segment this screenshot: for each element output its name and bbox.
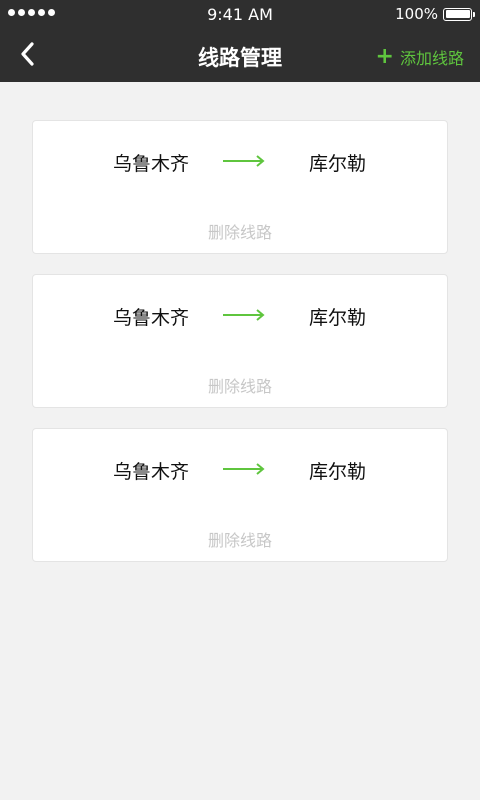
- route-card: 乌鲁木齐 库尔勒 删除线路: [32, 120, 448, 254]
- status-bar: 9:41 AM 100%: [0, 0, 480, 28]
- navigation-bar: 线路管理 + 添加线路: [0, 28, 480, 82]
- arrow-right-icon: [223, 309, 265, 321]
- route-card: 乌鲁木齐 库尔勒 删除线路: [32, 274, 448, 408]
- route-origin: 乌鲁木齐: [113, 461, 190, 483]
- route-destination: 库尔勒: [309, 461, 367, 483]
- battery-percent: 100%: [395, 5, 438, 23]
- arrow-right-icon: [223, 463, 265, 475]
- battery-indicator: 100%: [395, 5, 475, 23]
- route-row: 乌鲁木齐 库尔勒: [33, 457, 447, 483]
- route-card: 乌鲁木齐 库尔勒 删除线路: [32, 428, 448, 562]
- add-route-label: 添加线路: [399, 49, 464, 68]
- route-destination: 库尔勒: [309, 307, 367, 329]
- route-list: 乌鲁木齐 库尔勒 删除线路 乌鲁木齐 库尔勒 删除线路 乌鲁木齐 库尔勒 删除线…: [0, 82, 480, 562]
- route-row: 乌鲁木齐 库尔勒: [33, 149, 447, 175]
- add-route-button[interactable]: + 添加线路: [376, 45, 464, 69]
- battery-icon: [443, 7, 475, 21]
- delete-route-button[interactable]: 删除线路: [33, 373, 447, 397]
- plus-icon: +: [375, 44, 394, 69]
- delete-route-button[interactable]: 删除线路: [33, 219, 447, 243]
- route-origin: 乌鲁木齐: [113, 153, 190, 175]
- delete-route-button[interactable]: 删除线路: [33, 527, 447, 551]
- route-destination: 库尔勒: [309, 153, 367, 175]
- route-row: 乌鲁木齐 库尔勒: [33, 303, 447, 329]
- route-origin: 乌鲁木齐: [113, 307, 190, 329]
- arrow-right-icon: [223, 155, 265, 167]
